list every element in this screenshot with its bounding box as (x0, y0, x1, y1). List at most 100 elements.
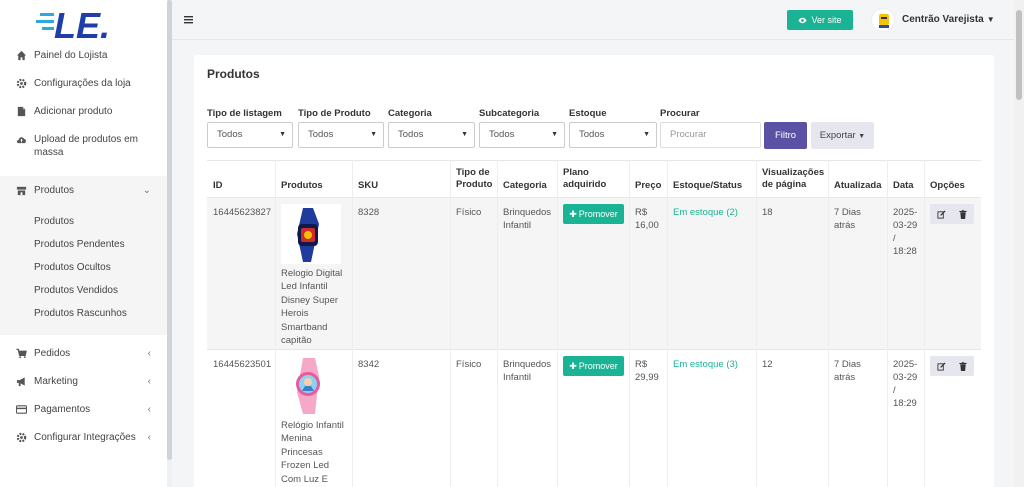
chevron-down-icon: ⌄ (142, 185, 151, 196)
promote-label: Promover (578, 361, 618, 371)
file-icon (17, 106, 26, 117)
column-divider (557, 160, 558, 487)
sidebar-item-payments[interactable]: Pagamentos ‹ (0, 403, 167, 423)
topbar: Ver site Centrão Varejista ▼ (172, 0, 1014, 40)
product-type-select[interactable]: Todos ▼ (298, 122, 384, 148)
submenu-item-pending[interactable]: Produtos Pendentes (0, 233, 167, 256)
filters-bar: Tipo de listagem Todos ▼ Tipo de Produto … (207, 108, 987, 149)
caret-down-icon: ▼ (643, 131, 650, 138)
col-category[interactable]: Categoria (503, 180, 547, 192)
row-options (930, 356, 974, 376)
product-name[interactable]: Relógio Infantil Menina Princesas Frozen… (281, 419, 347, 487)
select-value: Todos (489, 129, 515, 140)
sidebar-item-marketing[interactable]: Marketing ‹ (0, 375, 167, 395)
user-name: Centrão Varejista (902, 14, 984, 25)
col-price[interactable]: Preço (635, 180, 661, 192)
watch-image-icon (297, 208, 319, 262)
col-type[interactable]: Tipo de Produto (456, 167, 496, 191)
cell-id: 16445623827 (213, 207, 272, 218)
view-site-label: Ver site (811, 15, 842, 25)
col-id[interactable]: ID (213, 180, 223, 192)
sidebar-item-label: Painel do Lojista (34, 50, 108, 61)
cell-stock-status[interactable]: Em estoque (2) (673, 206, 738, 219)
cell-price: R$ 29,99 (635, 359, 659, 383)
home-icon (16, 50, 27, 61)
cell-price: R$ 16,00 (635, 207, 659, 231)
col-stock[interactable]: Estoque/Status (673, 180, 742, 192)
export-label: Exportar (819, 130, 856, 141)
cell-stock-status[interactable]: Em estoque (3) (673, 358, 738, 371)
chevron-left-icon: ‹ (147, 432, 151, 443)
hamburger-menu-icon[interactable] (184, 15, 193, 24)
sidebar-item-label: Pedidos (34, 348, 71, 359)
col-plan[interactable]: Plano adquirido (563, 167, 613, 191)
table-header: ID Produtos SKU Tipo de Produto Categori… (207, 160, 981, 198)
watch-image-icon (296, 358, 320, 414)
view-site-button[interactable]: Ver site (787, 10, 853, 30)
sidebar-item-label: Produtos (34, 185, 75, 196)
export-button[interactable]: Exportar ▼ (811, 122, 874, 149)
user-menu[interactable]: Centrão Varejista ▼ (902, 14, 995, 25)
subcategory-select[interactable]: Todos ▼ (479, 122, 565, 148)
page-scrollbar-thumb[interactable] (1016, 10, 1022, 100)
brand-logo[interactable]: LE. (32, 5, 132, 46)
sidebar-item-store-settings[interactable]: Configurações da loja (0, 77, 167, 97)
col-date[interactable]: Data (893, 180, 914, 192)
page-scrollbar[interactable] (1014, 0, 1024, 487)
edit-icon[interactable] (930, 204, 952, 224)
cell-updated: 7 Dias atrás (834, 207, 861, 231)
submenu-item-products[interactable]: Produtos (0, 210, 167, 233)
sidebar-item-integrations[interactable]: Configurar Integrações ‹ (0, 431, 167, 451)
product-name[interactable]: Relogio Digital Led Infantil Disney Supe… (281, 267, 347, 347)
gear-icon (16, 78, 27, 89)
cell-date: 2025-03-29 / 18:28 (893, 207, 918, 257)
sidebar-item-dashboard[interactable]: Painel do Lojista (0, 49, 167, 69)
col-products[interactable]: Produtos (281, 180, 323, 192)
filter-stock: Estoque Todos ▼ (569, 108, 657, 148)
filter-button[interactable]: Filtro (764, 122, 807, 149)
sidebar-item-add-product[interactable]: Adicionar produto (0, 105, 167, 125)
page-title: Produtos (207, 67, 260, 81)
product-image[interactable] (281, 204, 341, 264)
cell-type: Físico (456, 359, 482, 370)
sidebar: LE. Painel do Lojista Configurações da l… (0, 0, 172, 487)
cell-date: 2025-03-29 / 18:29 (893, 359, 918, 409)
promote-button[interactable]: ✚ Promover (563, 356, 624, 376)
sidebar-item-products[interactable]: Produtos ⌄ (0, 176, 167, 206)
listing-type-select[interactable]: Todos ▼ (207, 122, 293, 148)
col-sku[interactable]: SKU (358, 180, 378, 192)
submenu-item-hidden[interactable]: Produtos Ocultos (0, 256, 167, 279)
submenu-item-drafts[interactable]: Produtos Rascunhos (0, 302, 167, 325)
chevron-left-icon: ‹ (147, 348, 151, 359)
filter-label: Subcategoria (479, 108, 540, 119)
product-image[interactable] (281, 356, 341, 416)
trash-icon[interactable] (952, 356, 974, 376)
products-card: Produtos Tipo de listagem Todos ▼ Tipo de… (194, 55, 994, 487)
credit-card-icon (16, 405, 27, 414)
products-table: ID Produtos SKU Tipo de Produto Categori… (207, 160, 981, 487)
trash-icon[interactable] (952, 204, 974, 224)
filter-subcategory: Subcategoria Todos ▼ (479, 108, 565, 148)
promote-button[interactable]: ✚ Promover (563, 204, 624, 224)
cell-views: 18 (762, 207, 773, 218)
category-select[interactable]: Todos ▼ (388, 122, 475, 148)
avatar[interactable] (871, 8, 895, 32)
sidebar-scrollbar-thumb[interactable] (167, 0, 172, 460)
gear-icon (16, 432, 27, 443)
sidebar-item-bulk-upload[interactable]: Upload de produtos em massa (0, 133, 167, 163)
column-divider (667, 160, 668, 487)
sidebar-item-label: Configurações da loja (34, 78, 131, 89)
edit-icon[interactable] (930, 356, 952, 376)
promote-label: Promover (578, 209, 618, 219)
col-updated[interactable]: Atualizada (834, 180, 882, 192)
stock-select[interactable]: Todos ▼ (569, 122, 657, 148)
sidebar-scrollbar[interactable] (167, 0, 172, 487)
column-divider (924, 160, 925, 487)
col-views[interactable]: Visualizações de página (762, 167, 832, 191)
cell-updated: 7 Dias atrás (834, 359, 861, 383)
submenu-item-sold[interactable]: Produtos Vendidos (0, 279, 167, 302)
sidebar-item-orders[interactable]: Pedidos ‹ (0, 347, 167, 367)
caret-down-icon: ▼ (986, 15, 995, 24)
search-input[interactable]: Procurar (660, 122, 761, 148)
sidebar-item-label: Upload de produtos em massa (34, 134, 138, 158)
